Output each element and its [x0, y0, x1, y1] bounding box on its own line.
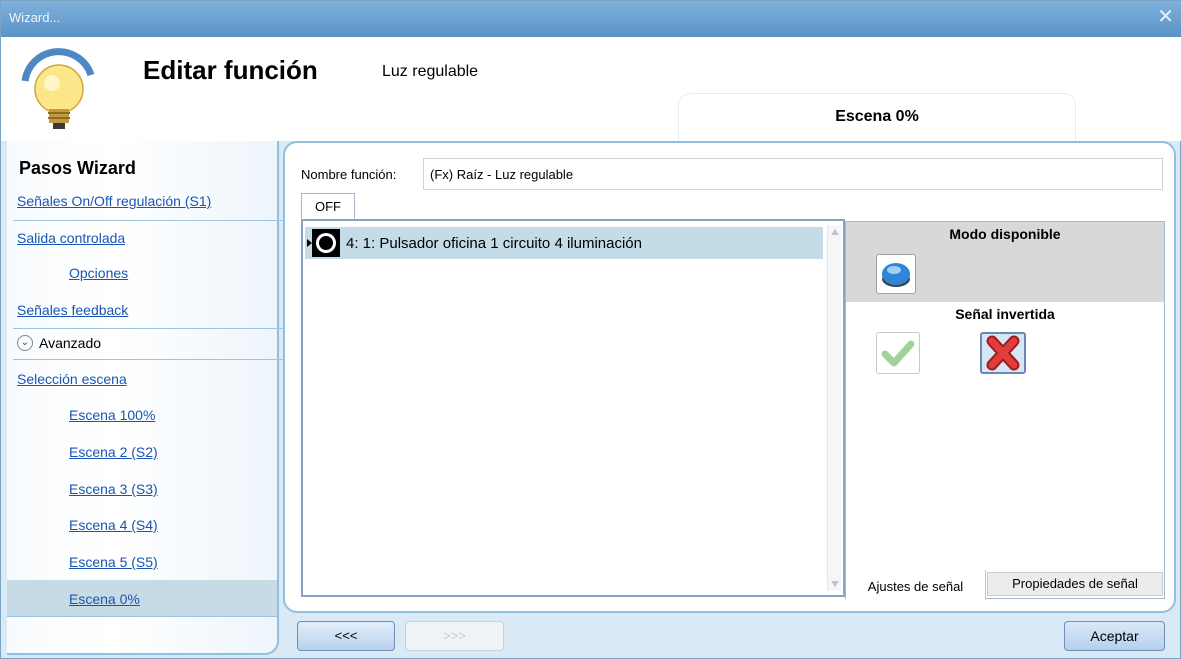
- chevron-down-icon: ⌄: [17, 335, 33, 351]
- mode-pushbutton-button[interactable]: [876, 254, 916, 294]
- close-icon[interactable]: ✕: [1157, 7, 1174, 27]
- sidebar-item-escena-2[interactable]: Escena 2 (S2): [69, 444, 158, 460]
- tab-ajustes-de-senal[interactable]: Ajustes de señal: [846, 570, 986, 600]
- sidebar-item-escena-5[interactable]: Escena 5 (S5): [69, 554, 158, 570]
- sidebar-item-senales-onoff[interactable]: Señales On/Off regulación (S1): [17, 193, 211, 209]
- divider: [13, 328, 283, 329]
- signal-list: 4: 1: Pulsador oficina 1 circuito 4 ilum…: [301, 219, 845, 597]
- sidebar-item-senales-feedback[interactable]: Señales feedback: [17, 302, 128, 318]
- scroll-down-icon[interactable]: [831, 581, 839, 587]
- window-title: Wizard...: [9, 10, 61, 25]
- light-bulb-icon: [21, 48, 95, 129]
- page-title: Editar función: [143, 55, 318, 85]
- sidebar: Pasos Wizard Señales On/Off regulación (…: [7, 141, 283, 655]
- divider: [13, 220, 283, 221]
- tab-off[interactable]: OFF: [301, 193, 355, 219]
- avanzado-toggle[interactable]: ⌄ Avanzado: [17, 335, 101, 351]
- sidebar-item-salida-controlada[interactable]: Salida controlada: [17, 230, 125, 246]
- sidebar-item-escena-100[interactable]: Escena 100%: [69, 407, 155, 423]
- tab-escena-0[interactable]: Escena 0%: [678, 93, 1076, 141]
- nombre-funcion-input[interactable]: [423, 158, 1163, 190]
- title-bar: Wizard... ✕: [1, 1, 1181, 37]
- modo-disponible-title: Modo disponible: [949, 226, 1061, 242]
- senal-invertida-title: Señal invertida: [955, 306, 1055, 322]
- scroll-up-icon[interactable]: [831, 229, 839, 235]
- vertical-scrollbar[interactable]: [827, 225, 841, 591]
- sidebar-item-escena-0[interactable]: Escena 0%: [69, 591, 140, 607]
- divider: [13, 359, 283, 360]
- tab-escena-0-label: Escena 0%: [835, 108, 919, 125]
- main-panel: Nombre función: OFF 4: 1: Pulsador ofici…: [283, 141, 1176, 613]
- sidebar-active-highlight: [7, 580, 277, 616]
- tab-propiedades-de-senal[interactable]: Propiedades de señal: [987, 572, 1163, 596]
- next-button[interactable]: >>>: [405, 621, 504, 651]
- sidebar-item-seleccion-escena[interactable]: Selección escena: [17, 371, 127, 387]
- modo-section: Modo disponible: [846, 222, 1164, 302]
- checkmark-icon: [881, 340, 915, 367]
- cross-icon: [986, 335, 1020, 371]
- blue-button-icon: [882, 263, 910, 287]
- nombre-funcion-label: Nombre función:: [301, 167, 397, 182]
- sidebar-item-opciones[interactable]: Opciones: [69, 265, 128, 281]
- sidebar-item-escena-4[interactable]: Escena 4 (S4): [69, 517, 158, 533]
- header: Editar función Luz regulable Escena 0%: [1, 37, 1181, 141]
- list-item-label: 4: 1: Pulsador oficina 1 circuito 4 ilum…: [346, 234, 642, 252]
- signal-properties-panel: Modo disponible Señal invertida Ajustes …: [845, 221, 1165, 600]
- pushbutton-icon: [312, 229, 340, 257]
- invert-yes-button[interactable]: [876, 332, 920, 374]
- wizard-window: Wizard... ✕ Editar función Luz regulable…: [0, 0, 1181, 659]
- back-button[interactable]: <<<: [297, 621, 395, 651]
- list-item[interactable]: 4: 1: Pulsador oficina 1 circuito 4 ilum…: [305, 227, 823, 259]
- page-subtitle: Luz regulable: [382, 63, 479, 80]
- divider: [7, 616, 277, 617]
- avanzado-label: Avanzado: [39, 335, 102, 351]
- sidebar-item-escena-3[interactable]: Escena 3 (S3): [69, 481, 158, 497]
- invert-no-button[interactable]: [980, 332, 1026, 374]
- aceptar-button[interactable]: Aceptar: [1064, 621, 1165, 651]
- sidebar-title: Pasos Wizard: [19, 158, 136, 178]
